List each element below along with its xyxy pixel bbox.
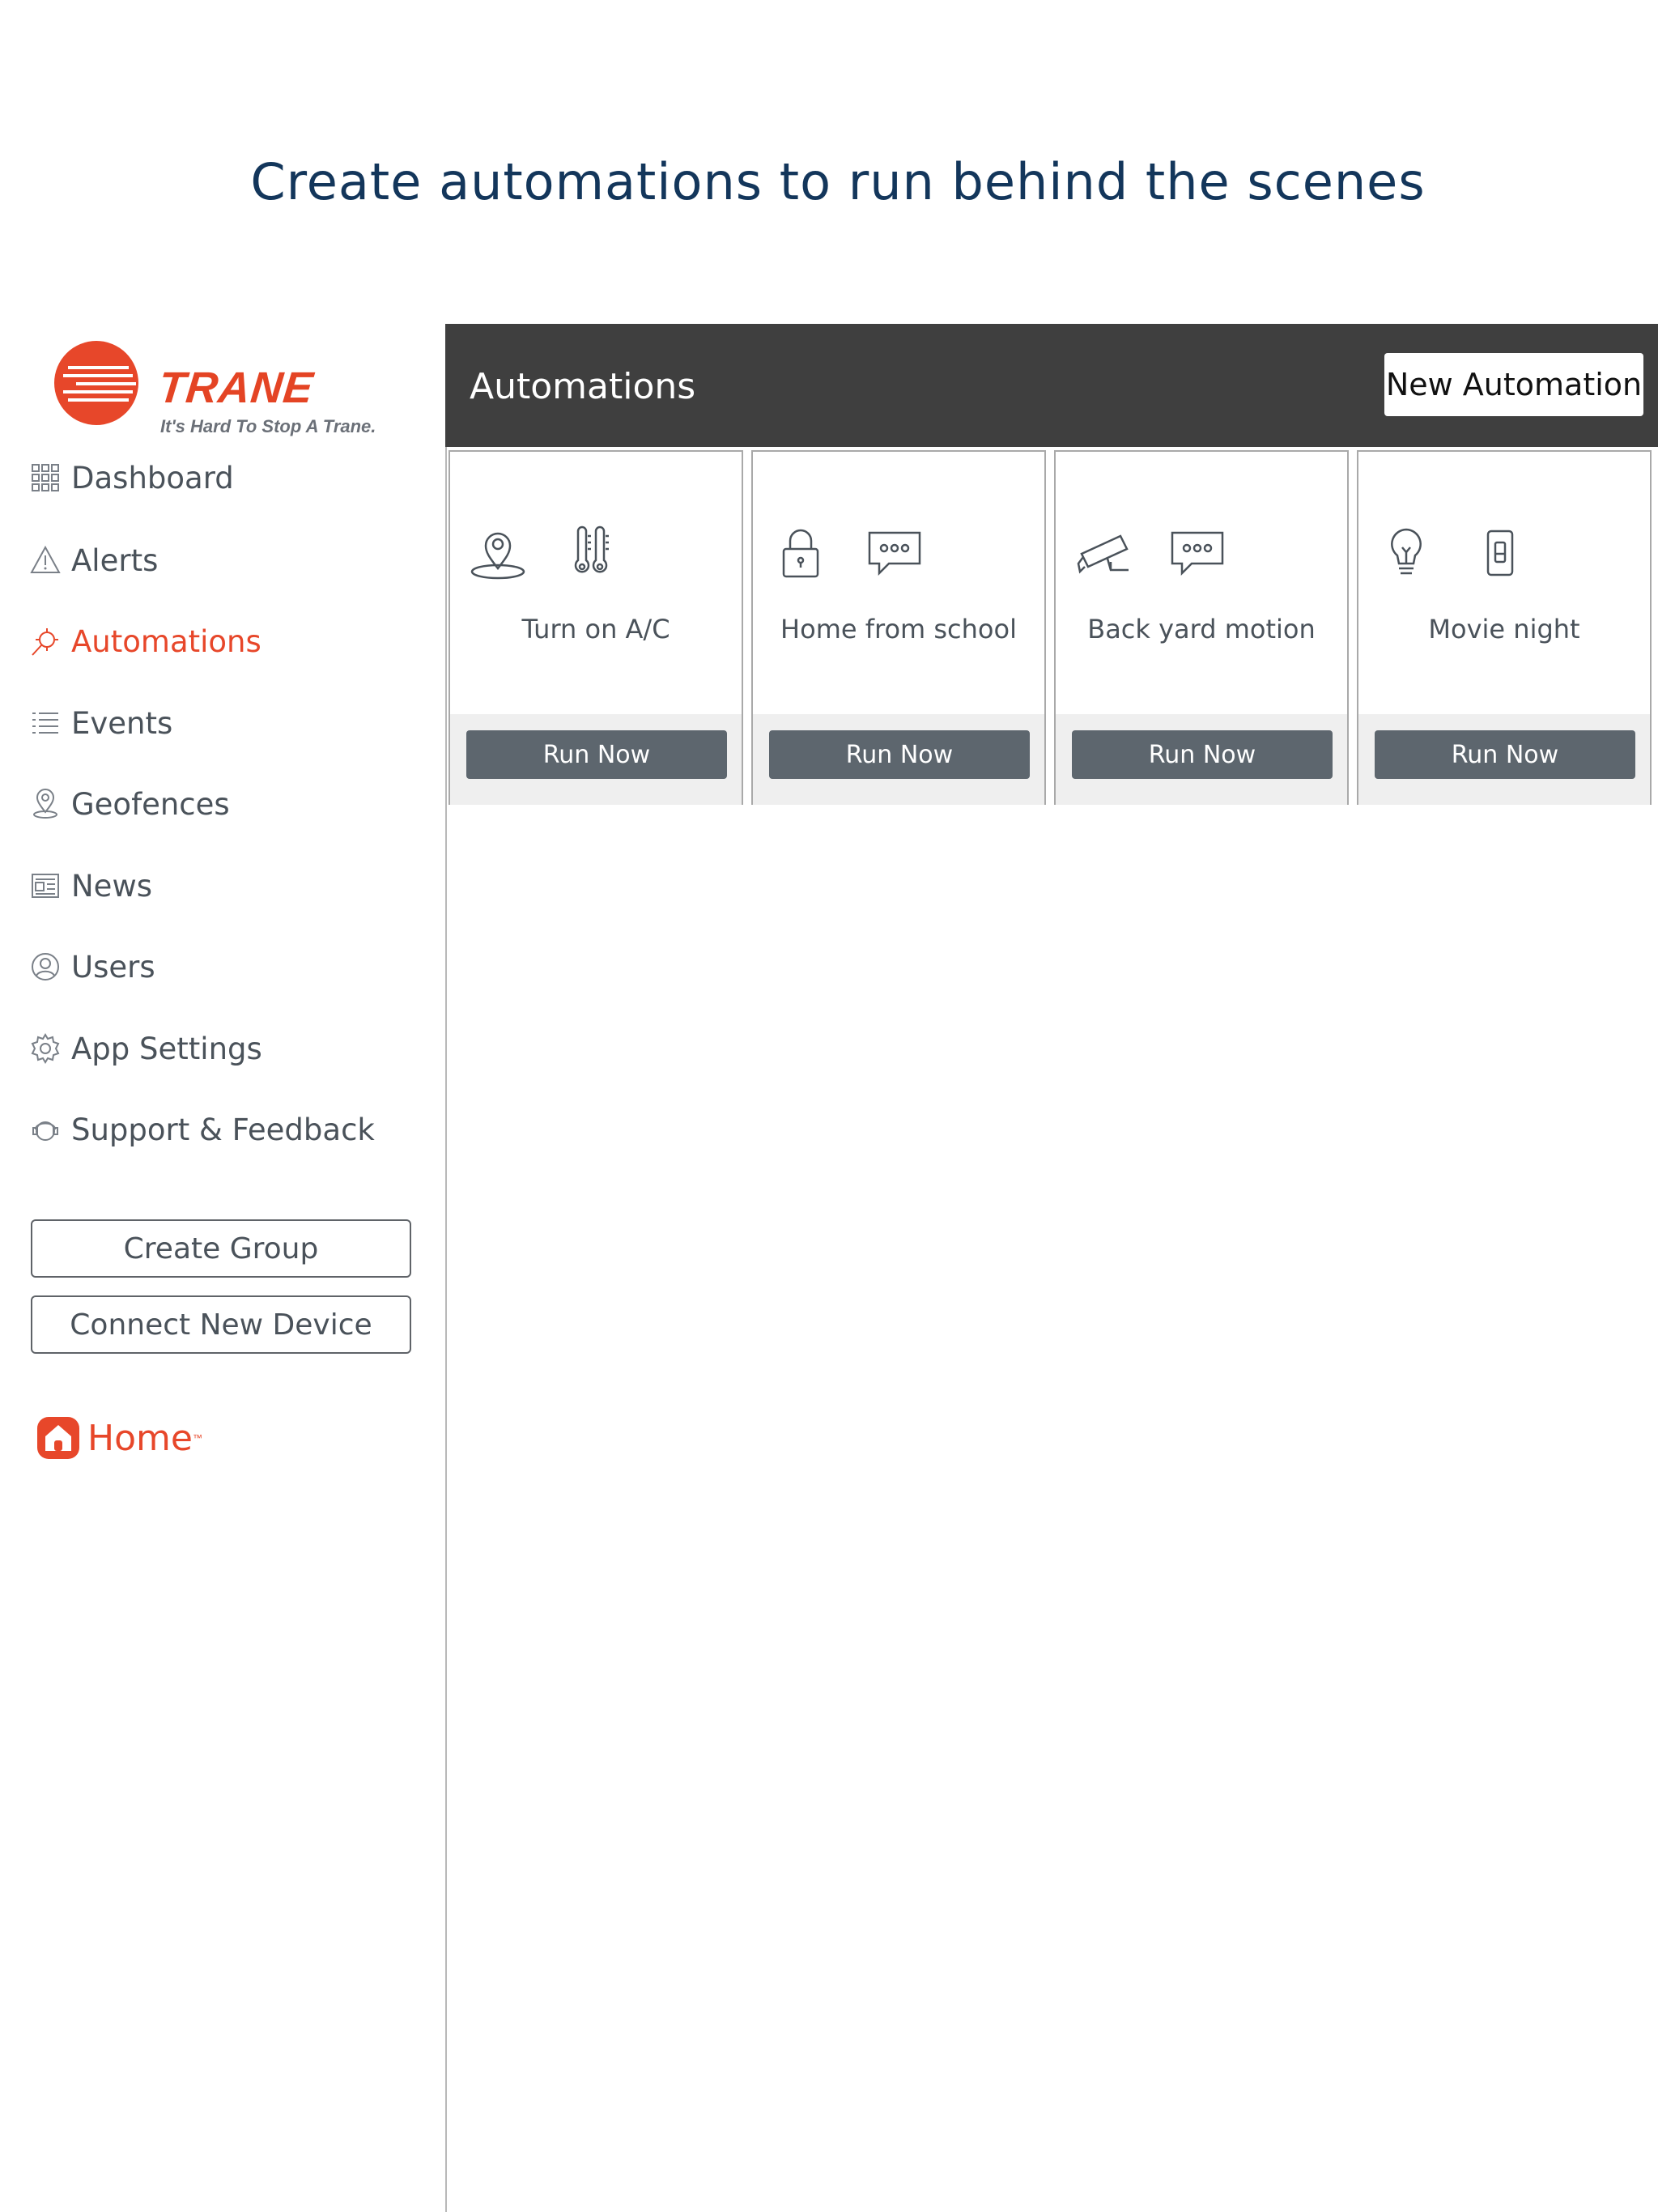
automation-title: Home from school bbox=[780, 614, 1017, 644]
card-footer: Run Now bbox=[450, 714, 742, 805]
sidebar-item-app-settings[interactable]: App Settings bbox=[29, 1024, 434, 1073]
card-footer: Run Now bbox=[753, 714, 1044, 805]
brand-name: TRANE bbox=[155, 364, 317, 412]
light-switch-icon bbox=[1486, 530, 1514, 576]
sidebar-item-label: Users bbox=[71, 949, 155, 985]
automations-header: Automations New Automation bbox=[445, 324, 1658, 447]
lightbulb-icon bbox=[1391, 528, 1422, 575]
sidebar-item-dashboard[interactable]: Dashboard bbox=[29, 453, 434, 502]
run-now-button[interactable]: Run Now bbox=[769, 730, 1030, 779]
sidebar-item-label: App Settings bbox=[71, 1031, 262, 1066]
sidebar-item-automations[interactable]: Automations bbox=[29, 617, 434, 666]
location-pin-icon bbox=[33, 789, 57, 819]
automation-card-turn-on-ac[interactable]: Turn on A/C Run Now bbox=[449, 450, 743, 805]
chat-bubble-icon bbox=[1171, 531, 1224, 576]
run-now-button[interactable]: Run Now bbox=[466, 730, 727, 779]
card-footer: Run Now bbox=[1358, 714, 1650, 805]
sidebar-item-label: Alerts bbox=[71, 542, 159, 578]
gear-icon bbox=[31, 1033, 60, 1064]
automation-card-movie-night[interactable]: Movie night Run Now bbox=[1357, 450, 1652, 805]
apple-home-logo: Home ™ bbox=[36, 1415, 202, 1461]
warning-icon bbox=[30, 545, 61, 573]
sidebar-item-geofences[interactable]: Geofences bbox=[29, 780, 434, 828]
thermometer-icon bbox=[574, 525, 609, 573]
run-now-button[interactable]: Run Now bbox=[1072, 730, 1333, 779]
lock-icon bbox=[782, 529, 819, 578]
automation-card-back-yard-motion[interactable]: Back yard motion Run Now bbox=[1054, 450, 1349, 805]
sidebar-item-news[interactable]: News bbox=[29, 861, 434, 910]
automation-title: Turn on A/C bbox=[521, 614, 670, 644]
page-title: Automations bbox=[470, 366, 696, 407]
sidebar-item-support-feedback[interactable]: Support & Feedback bbox=[29, 1105, 434, 1154]
trane-logo: TRANE It's Hard To Stop A Trane. bbox=[52, 338, 408, 436]
automation-title: Back yard motion bbox=[1087, 614, 1316, 644]
user-icon bbox=[32, 953, 59, 981]
sidebar-item-label: Support & Feedback bbox=[71, 1112, 375, 1147]
sidebar-item-alerts[interactable]: Alerts bbox=[29, 536, 434, 585]
run-now-button[interactable]: Run Now bbox=[1375, 730, 1635, 779]
support-icon bbox=[32, 1121, 58, 1141]
page-headline: Create automations to run behind the sce… bbox=[250, 152, 1426, 211]
sidebar-item-users[interactable]: Users bbox=[29, 942, 434, 991]
list-icon bbox=[32, 713, 58, 734]
security-camera-icon bbox=[1077, 534, 1129, 574]
home-icon bbox=[37, 1417, 79, 1459]
automation-card-home-from-school[interactable]: Home from school Run Now bbox=[751, 450, 1046, 805]
grid-icon bbox=[32, 464, 59, 491]
sidebar-divider bbox=[445, 324, 447, 2212]
sidebar-item-events[interactable]: Events bbox=[29, 699, 434, 747]
sidebar-item-label: Events bbox=[71, 705, 173, 741]
connect-new-device-button[interactable]: Connect New Device bbox=[31, 1295, 411, 1354]
sidebar-item-label: Automations bbox=[71, 623, 261, 659]
location-pin-icon bbox=[470, 532, 525, 580]
automation-icon bbox=[32, 628, 58, 656]
sidebar-item-label: Dashboard bbox=[71, 460, 234, 496]
sidebar: TRANE It's Hard To Stop A Trane. Dashboa… bbox=[0, 324, 445, 2212]
home-logo-label: Home bbox=[87, 1417, 193, 1459]
sidebar-item-label: Geofences bbox=[71, 786, 230, 822]
home-logo-trademark: ™ bbox=[192, 1432, 202, 1444]
automation-title: Movie night bbox=[1428, 614, 1580, 644]
brand-tagline: It's Hard To Stop A Trane. bbox=[160, 416, 376, 436]
card-footer: Run Now bbox=[1056, 714, 1347, 805]
sidebar-item-label: News bbox=[71, 868, 152, 904]
create-group-button[interactable]: Create Group bbox=[31, 1219, 411, 1278]
chat-bubble-icon bbox=[868, 531, 921, 576]
trane-logo-icon bbox=[54, 341, 138, 425]
newspaper-icon bbox=[32, 874, 59, 898]
new-automation-button[interactable]: New Automation bbox=[1384, 353, 1643, 416]
